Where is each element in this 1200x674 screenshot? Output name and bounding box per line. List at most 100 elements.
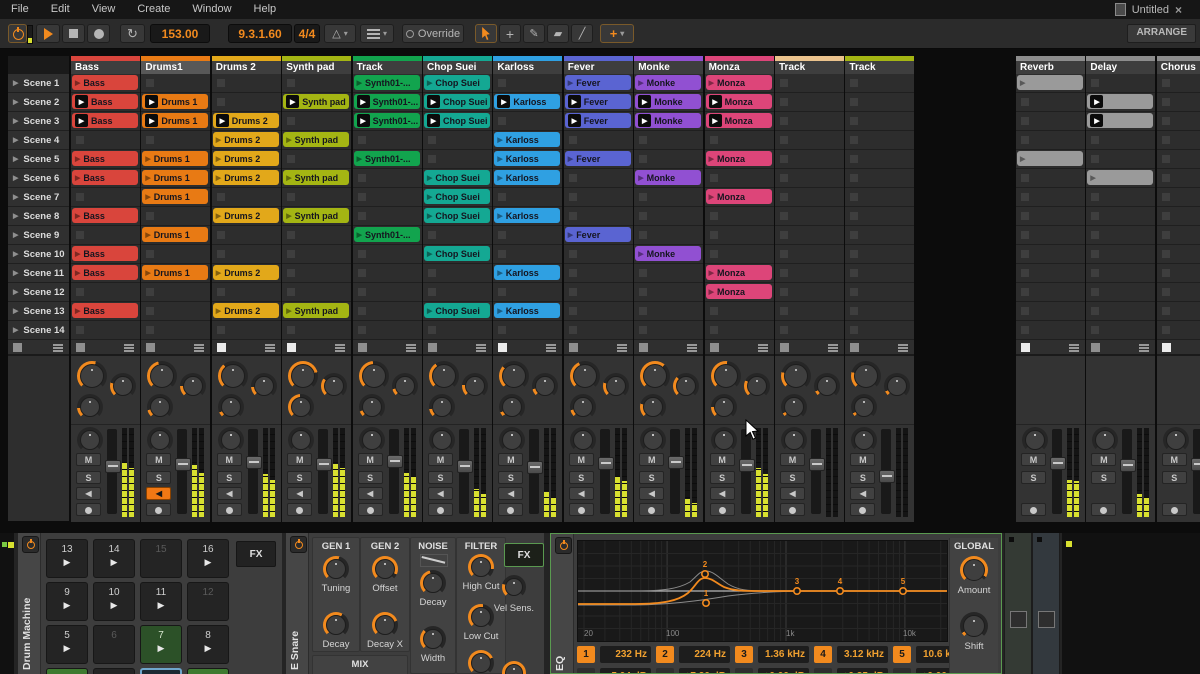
clip-synth-pad[interactable]: ▶Synth pad (283, 208, 349, 223)
scene-play-icon[interactable]: ▶ (13, 174, 18, 182)
solo-button[interactable]: S (1021, 471, 1046, 484)
clip-slot[interactable] (493, 74, 562, 93)
empty-slot-button[interactable] (710, 307, 718, 315)
tempo-display[interactable]: 153.00 (150, 24, 210, 43)
empty-slot-button[interactable] (850, 269, 858, 277)
solo-button[interactable]: S (217, 471, 242, 484)
clip-slot[interactable] (1157, 93, 1200, 112)
monitor-speaker-button[interactable]: ◀ (287, 487, 312, 500)
clip-slot[interactable]: ▶Karloss (493, 169, 562, 188)
clip-slot[interactable]: ▶Fever (564, 93, 633, 112)
empty-slot-button[interactable] (1162, 79, 1170, 87)
record-button[interactable] (87, 24, 110, 43)
clip-slot[interactable]: ▶Fever (564, 150, 633, 169)
empty-slot-button[interactable] (639, 231, 647, 239)
clip-slot[interactable] (845, 93, 914, 112)
stop-all-clips-button[interactable] (13, 343, 22, 352)
clip-slot[interactable]: ▶Monza (705, 93, 774, 112)
eq-band-badge-3[interactable]: 3 (735, 646, 753, 663)
global-knob-amount[interactable] (960, 556, 988, 584)
empty-slot-button[interactable] (569, 288, 577, 296)
clip-slot[interactable] (634, 321, 703, 340)
volume-fader[interactable] (670, 429, 680, 514)
clip-karloss[interactable]: ▶Karloss (494, 170, 560, 185)
empty-slot-button[interactable] (428, 269, 436, 277)
clip-play-icon[interactable]: ▶ (497, 307, 502, 315)
clip-slot[interactable] (282, 226, 351, 245)
device-power-icon[interactable] (22, 536, 39, 553)
clip-slot[interactable] (705, 226, 774, 245)
eq-band-freq-4[interactable]: 3.12 kHz (837, 646, 888, 663)
clip-bass[interactable]: ▶Bass (72, 113, 138, 128)
clip-slot[interactable] (564, 245, 633, 264)
send-knob-3[interactable] (570, 394, 596, 420)
clip-chop-suei[interactable]: ▶Chop Suei (424, 75, 490, 90)
mute-button[interactable]: M (850, 453, 875, 466)
clip-slot[interactable] (564, 264, 633, 283)
clip-slot[interactable] (845, 283, 914, 302)
clip-slot[interactable] (423, 283, 492, 302)
send-knob-1[interactable] (147, 361, 177, 391)
empty-slot-button[interactable] (498, 117, 506, 125)
fader-handle[interactable] (527, 461, 543, 474)
pan-knob[interactable] (851, 427, 877, 453)
empty-slot-button[interactable] (1021, 212, 1029, 220)
clip-drums-1[interactable]: ▶Drums 1 (142, 113, 208, 128)
mute-button[interactable]: M (1091, 453, 1116, 466)
clip-play-icon[interactable]: ▶ (75, 79, 80, 87)
clip-slot[interactable]: ▶Bass (71, 74, 140, 93)
clip-play-icon[interactable]: ▶ (427, 174, 432, 182)
clip-fever[interactable]: ▶Fever (565, 151, 631, 166)
clip-playing-icon[interactable]: ▶ (709, 95, 722, 108)
empty-slot-button[interactable] (1091, 212, 1099, 220)
track-stop-button[interactable] (710, 343, 719, 352)
volume-fader[interactable] (529, 429, 539, 514)
empty-slot-button[interactable] (639, 193, 647, 201)
empty-slot-button[interactable] (780, 193, 788, 201)
clip-bass[interactable]: ▶Bass (72, 265, 138, 280)
snare-bottom-knob[interactable] (502, 661, 526, 674)
pad-play-icon[interactable]: ▶ (94, 600, 134, 611)
clip-monke[interactable]: ▶Monke (635, 170, 701, 185)
scene-play-icon[interactable]: ▶ (13, 98, 18, 106)
scene-scene-6[interactable]: ▶Scene 6 (8, 169, 69, 188)
track-stop-button[interactable] (146, 343, 155, 352)
clip-chop-suei[interactable]: ▶Chop Suei (424, 246, 490, 261)
monitor-speaker-button[interactable]: ◀ (146, 487, 171, 500)
empty-slot-button[interactable] (710, 231, 718, 239)
pan-knob[interactable] (1092, 427, 1118, 453)
record-arm-button[interactable] (569, 503, 594, 516)
eq-band-freq-3[interactable]: 1.36 kHz (758, 646, 809, 663)
clip-slot[interactable] (1157, 283, 1200, 302)
mute-button[interactable]: M (1021, 453, 1046, 466)
clip-monke[interactable]: ▶Monke (635, 113, 701, 128)
send-knob-1[interactable] (711, 361, 741, 391)
clip-karloss[interactable]: ▶Karloss (494, 94, 560, 109)
mute-button[interactable]: M (780, 453, 805, 466)
track-stop-button[interactable] (780, 343, 789, 352)
clip-unnamed[interactable]: ▶ (1087, 170, 1153, 185)
empty-slot-button[interactable] (428, 326, 436, 334)
clip-slot[interactable] (1157, 245, 1200, 264)
track-header[interactable]: Monza (705, 56, 774, 74)
clip-slot[interactable] (1157, 321, 1200, 340)
clip-slot[interactable] (353, 131, 422, 150)
clip-play-icon[interactable]: ▶ (497, 212, 502, 220)
send-knob-3[interactable] (851, 394, 877, 420)
clip-slot[interactable]: ▶Synth pad (282, 207, 351, 226)
device-checkbox[interactable] (1038, 611, 1055, 628)
clip-slot[interactable] (212, 93, 281, 112)
clip-slot[interactable]: ▶Chop Suei (423, 169, 492, 188)
pad-play-icon[interactable]: ▶ (47, 557, 87, 568)
menu-view[interactable]: View (81, 0, 127, 19)
clip-monza[interactable]: ▶Monza (706, 284, 772, 299)
empty-slot-button[interactable] (1021, 231, 1029, 239)
scene-play-icon[interactable]: ▶ (13, 288, 18, 296)
clip-bass[interactable]: ▶Bass (72, 208, 138, 223)
arrange-view-button[interactable]: ARRANGE (1127, 24, 1196, 43)
menu-icon[interactable] (546, 344, 556, 346)
clip-synth01-[interactable]: ▶Synth01-... (354, 94, 420, 109)
empty-slot-button[interactable] (710, 136, 718, 144)
empty-slot-button[interactable] (780, 79, 788, 87)
empty-slot-button[interactable] (710, 212, 718, 220)
